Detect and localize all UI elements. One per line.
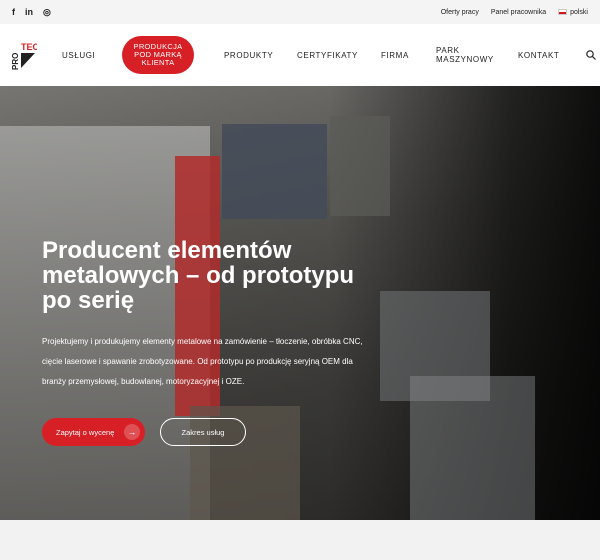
page-bottom-strip — [0, 520, 600, 560]
hero-section: Producent elementów metalowych – od prot… — [0, 86, 600, 520]
language-label: polski — [570, 8, 588, 16]
top-utility-bar: f in ◎ Oferty pracy Panel pracownika pol… — [0, 0, 600, 24]
employee-panel-link[interactable]: Panel pracownika — [491, 9, 546, 16]
svg-text:PRO: PRO — [11, 53, 20, 70]
page: f in ◎ Oferty pracy Panel pracownika pol… — [0, 0, 600, 560]
request-quote-button[interactable]: Zapytaj o wycenę → — [42, 418, 145, 446]
linkedin-icon[interactable]: in — [25, 7, 33, 17]
language-switcher[interactable]: polski — [558, 9, 588, 16]
nav-item-uslugi[interactable]: USŁUGI — [62, 51, 95, 60]
arrow-right-icon: → — [124, 424, 140, 440]
nav-item-park-maszynowy[interactable]: PARK MASZYNOWY — [436, 46, 496, 64]
nav-item-kontakt[interactable]: KONTAKT — [518, 51, 559, 60]
hall-wall-image — [330, 116, 390, 216]
request-quote-label: Zapytaj o wycenę — [56, 427, 115, 437]
services-scope-label: Zakres usług — [181, 427, 225, 437]
svg-text:TEC: TEC — [21, 42, 37, 52]
nav-item-firma[interactable]: FIRMA — [381, 51, 409, 60]
nav-item-produkty[interactable]: PRODUKTY — [224, 51, 273, 60]
polish-flag-icon — [558, 8, 568, 15]
social-links: f in ◎ — [12, 7, 51, 17]
job-offers-link[interactable]: Oferty pracy — [441, 9, 479, 16]
hero-description: Projektujemy i produkujemy elementy meta… — [42, 337, 363, 386]
facebook-icon[interactable]: f — [12, 7, 15, 17]
hero-title: Producent elementów metalowych – od prot… — [42, 237, 355, 314]
top-links: Oferty pracy Panel pracownika polski — [441, 9, 588, 16]
press-brake-image — [222, 124, 327, 219]
services-scope-button[interactable]: Zakres usług — [160, 418, 246, 446]
instagram-icon[interactable]: ◎ — [43, 7, 51, 17]
nav-item-private-label[interactable]: PRODUKCJA POD MARKĄ KLIENTA — [122, 36, 194, 74]
parts-bins-image — [410, 376, 535, 520]
search-icon[interactable] — [586, 50, 596, 60]
nav-item-certyfikaty[interactable]: CERTYFIKATY — [297, 51, 358, 60]
main-navigation: TEC PRO USŁUGI PRODUKCJA POD MARKĄ KLIEN… — [0, 24, 600, 86]
protec-logo[interactable]: TEC PRO — [11, 40, 37, 70]
